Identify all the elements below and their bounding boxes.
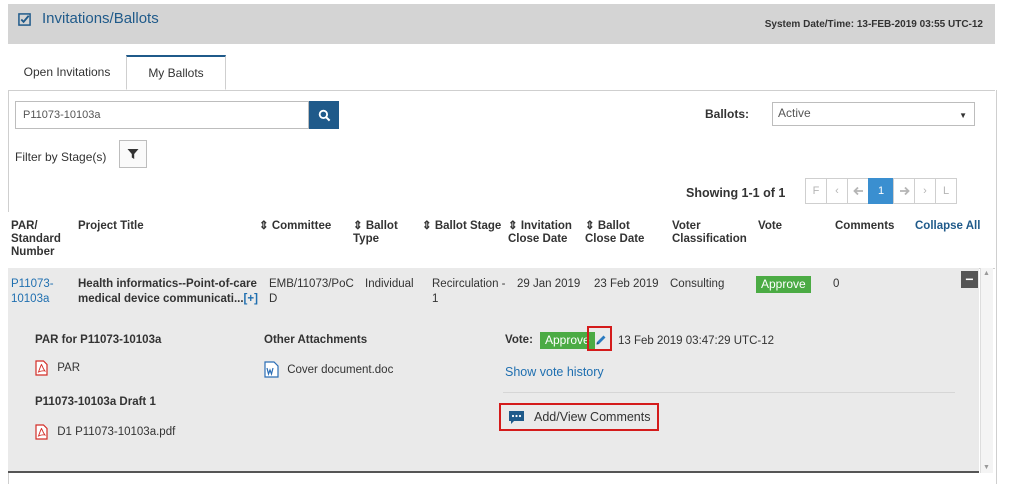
- project-title-line1: Health informatics--Point-of-care: [78, 278, 257, 290]
- pdf-file-icon: [35, 360, 48, 376]
- committee-cell: EMB/11073/PoC D: [269, 277, 354, 307]
- attachment-file-name: Cover document.doc: [287, 363, 394, 376]
- attachments-heading: Other Attachments: [264, 334, 368, 346]
- word-document-icon: [264, 361, 279, 378]
- tab-bar: Open Invitations My Ballots: [8, 55, 995, 91]
- comments-count: 0: [833, 278, 840, 290]
- page-last-button[interactable]: L: [935, 178, 957, 204]
- table-header: PAR/ Standard Number Project Title ⇕ Com…: [8, 212, 995, 269]
- page-back-arrow-button[interactable]: [847, 178, 869, 204]
- show-vote-history-link[interactable]: Show vote history: [505, 365, 604, 380]
- pagination: F ‹ 1 › L: [805, 178, 957, 204]
- ballots-selected-value: Active: [778, 106, 811, 120]
- ballot-stage-cell: Recirculation - 1: [432, 277, 506, 307]
- page-first-button[interactable]: F: [805, 178, 827, 204]
- attachment-file-link[interactable]: Cover document.doc: [264, 361, 393, 378]
- ballot-stage-line2: 1: [432, 293, 439, 305]
- draft-heading: P11073-10103a Draft 1: [35, 396, 156, 408]
- ballots-label: Ballots:: [705, 107, 750, 121]
- funnel-icon: [127, 149, 139, 159]
- draft-file-name: D1 P11073-10103a.pdf: [57, 426, 176, 439]
- search-input[interactable]: [15, 101, 309, 129]
- page-1-button[interactable]: 1: [868, 178, 894, 204]
- par-file-name: PAR: [57, 362, 80, 375]
- invitation-close-cell: 29 Jan 2019: [517, 278, 581, 290]
- par-heading: PAR for P11073-10103a: [35, 334, 162, 346]
- ballot-close-cell: 23 Feb 2019: [594, 278, 659, 290]
- pdf-file-icon: [35, 424, 48, 440]
- ballots-select[interactable]: Active ▼: [772, 102, 975, 126]
- col-par-standard: PAR/ Standard Number: [11, 220, 61, 258]
- col-ballot-stage[interactable]: ⇕ Ballot Stage: [422, 220, 501, 233]
- committee-line1: EMB/11073/PoC: [269, 278, 354, 290]
- collapse-row-button[interactable]: −: [961, 271, 978, 288]
- collapse-all-link[interactable]: Collapse All: [915, 220, 980, 233]
- col-committee[interactable]: ⇕ Committee: [259, 220, 331, 233]
- col-comments: Comments: [835, 220, 895, 232]
- vote-timestamp: 13 Feb 2019 03:47:29 UTC-12: [618, 335, 774, 347]
- page-next-button[interactable]: ›: [914, 178, 936, 204]
- detail-divider: [503, 392, 955, 393]
- voter-classification-cell: Consulting: [670, 278, 725, 290]
- page-title: Invitations/Ballots: [42, 10, 159, 27]
- expand-title-link[interactable]: [+]: [244, 293, 258, 305]
- col-voter-classification: Voter Classification: [672, 220, 747, 245]
- par-number-line1: P11073-: [11, 278, 54, 290]
- project-title-line2: medical device communicati...: [78, 293, 244, 305]
- highlight-box-edit: [587, 326, 612, 351]
- page-prev-button[interactable]: ‹: [826, 178, 848, 204]
- tab-my-ballots[interactable]: My Ballots: [126, 55, 226, 90]
- vote-status-badge: Approve: [756, 276, 811, 293]
- system-datetime: System Date/Time: 13-FEB-2019 03:55 UTC-…: [764, 19, 983, 30]
- tab-open-invitations[interactable]: Open Invitations: [8, 56, 126, 89]
- ballot-type-cell: Individual: [365, 278, 414, 290]
- scroll-up-icon[interactable]: ▲: [983, 270, 990, 277]
- page-forward-arrow-button[interactable]: [893, 178, 915, 204]
- par-number-line2: 10103a: [11, 293, 50, 305]
- ballot-stage-line1: Recirculation -: [432, 278, 506, 290]
- col-invitation-close-date[interactable]: ⇕ Invitation Close Date: [508, 220, 580, 246]
- search-icon: [318, 109, 330, 121]
- showing-count: Showing 1-1 of 1: [686, 186, 786, 200]
- col-vote: Vote: [758, 220, 783, 232]
- search-button[interactable]: [309, 101, 339, 129]
- filter-button[interactable]: [119, 140, 147, 168]
- col-project-title: Project Title: [78, 220, 144, 232]
- par-number-link[interactable]: P11073- 10103a: [11, 277, 54, 307]
- col-ballot-close-date[interactable]: ⇕ Ballot Close Date: [585, 220, 657, 246]
- col-ballot-type[interactable]: ⇕ Ballot Type: [353, 220, 413, 246]
- scroll-down-icon[interactable]: ▼: [983, 464, 990, 471]
- draft-file-link[interactable]: D1 P11073-10103a.pdf: [35, 424, 175, 440]
- committee-line2: D: [269, 293, 278, 305]
- scrollbar[interactable]: ▲ ▼: [980, 268, 993, 473]
- filter-label: Filter by Stage(s): [15, 150, 107, 164]
- arrow-right-icon: [899, 186, 910, 196]
- par-file-link[interactable]: PAR: [35, 360, 80, 376]
- checkbox-check-icon: [18, 13, 31, 26]
- page-header: Invitations/Ballots System Date/Time: 13…: [8, 4, 995, 44]
- project-title-cell: Health informatics--Point-of-care medica…: [78, 277, 258, 307]
- arrow-left-icon: [852, 186, 863, 196]
- vote-label: Vote:: [505, 334, 533, 346]
- highlight-box-comments: [499, 403, 659, 431]
- caret-down-icon: ▼: [959, 111, 967, 120]
